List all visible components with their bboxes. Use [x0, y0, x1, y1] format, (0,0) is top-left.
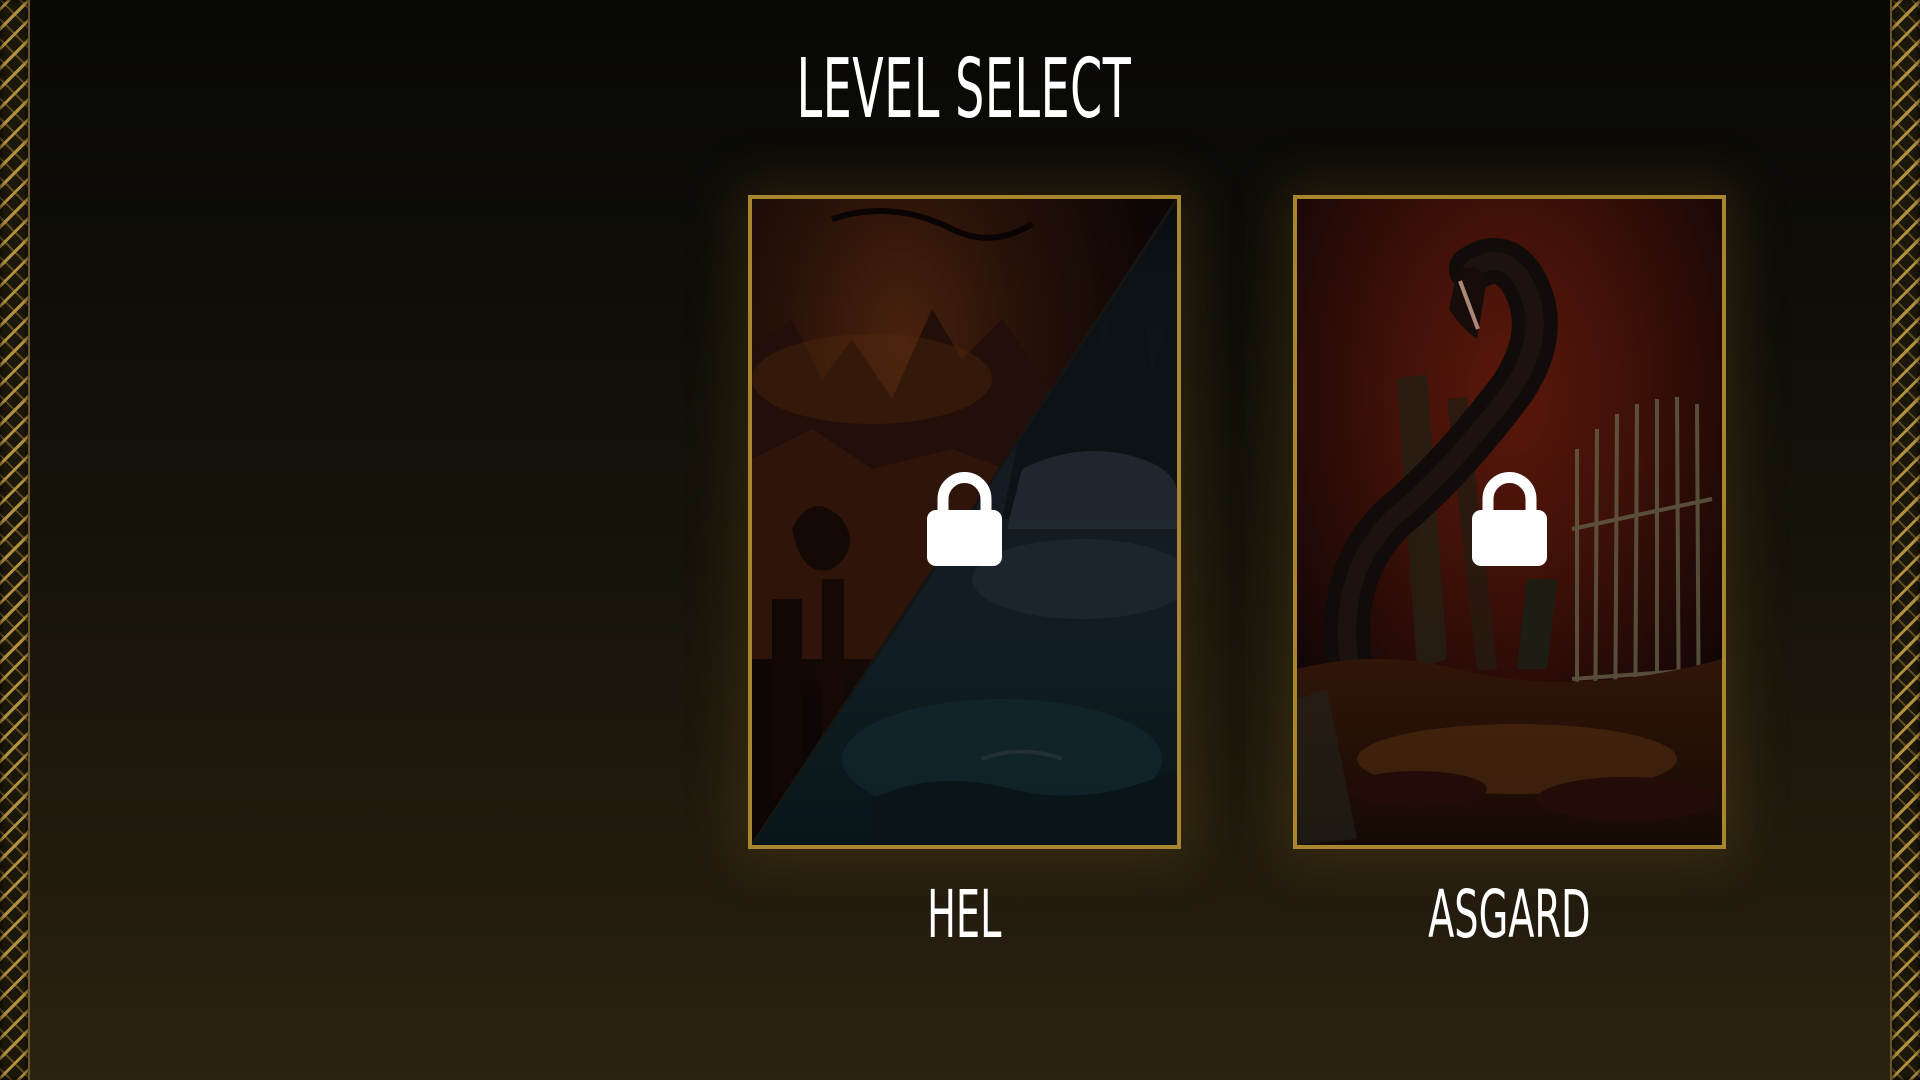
- level-card-hel[interactable]: HEL: [748, 195, 1181, 953]
- level-card-frame[interactable]: [748, 195, 1181, 849]
- level-card-asgard[interactable]: ASGARD: [1293, 195, 1726, 953]
- level-name-hel: HEL: [927, 876, 1002, 953]
- screen-title: LEVEL SELECT: [796, 42, 1132, 137]
- level-select-screen: LEVEL SELECT HEL ASGARD: [0, 0, 1920, 1080]
- lock-icon: [1472, 472, 1547, 566]
- right-chain-border: [1890, 0, 1920, 1080]
- left-chain-border: [0, 0, 30, 1080]
- lock-icon: [927, 472, 1002, 566]
- level-card-frame[interactable]: [1293, 195, 1726, 849]
- level-name-asgard: ASGARD: [1428, 876, 1591, 953]
